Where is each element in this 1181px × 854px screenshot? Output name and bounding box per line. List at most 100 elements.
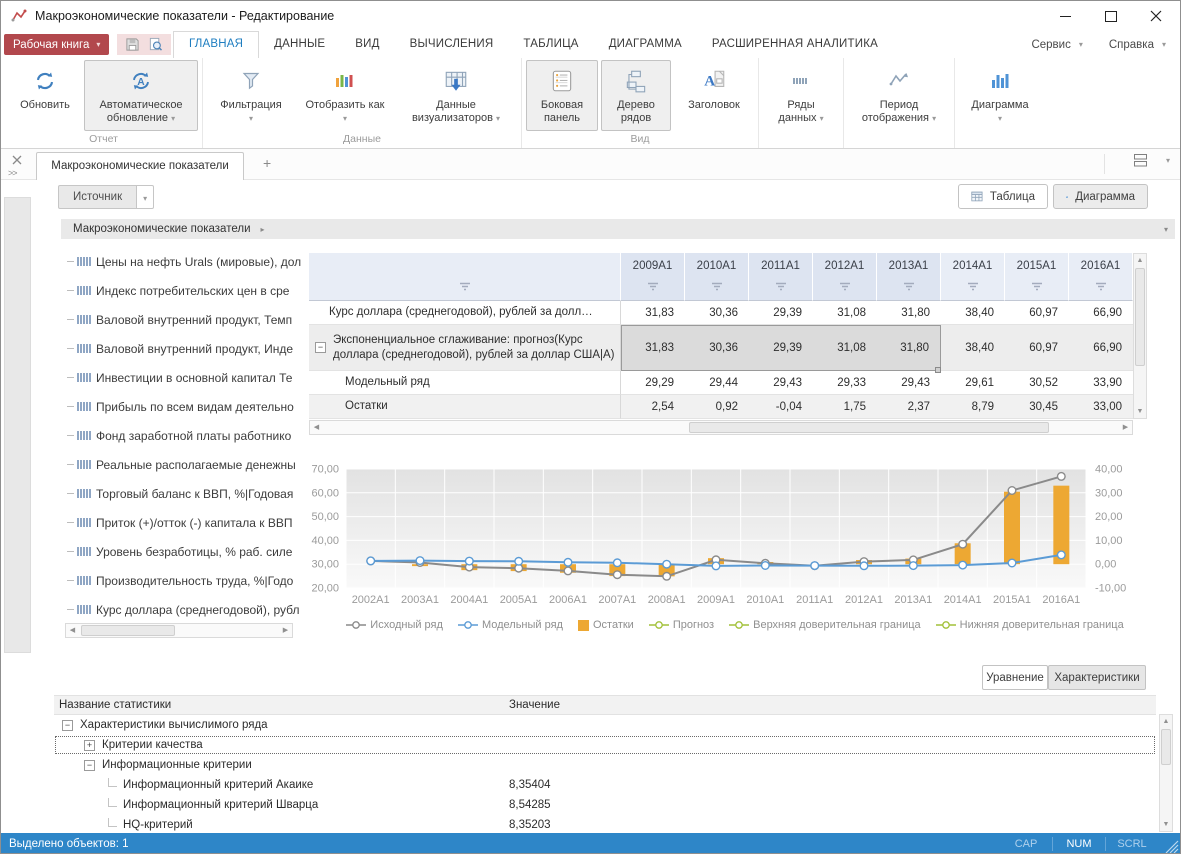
tree-series-item[interactable]: Уровень безработицы, % раб. силе xyxy=(61,537,303,566)
value-cell[interactable]: 30,36 xyxy=(685,325,749,371)
equation-button[interactable]: Уравнение xyxy=(982,665,1048,690)
tree-series-item[interactable]: Курс доллара (среднегодовой), рубл xyxy=(61,595,303,624)
scroll-up-icon[interactable]: ▲ xyxy=(1134,254,1146,267)
legend-item[interactable]: Модельный ряд xyxy=(458,619,563,631)
column-header-2014A1[interactable]: 2014A1 xyxy=(941,253,1005,301)
menu-tab-главная[interactable]: ГЛАВНАЯ xyxy=(173,31,259,58)
legend-item[interactable]: Нижняя доверительная граница xyxy=(936,619,1124,631)
value-cell[interactable]: 30,36 xyxy=(685,301,749,325)
value-cell[interactable]: 30,52 xyxy=(1005,371,1069,395)
value-cell[interactable]: 33,00 xyxy=(1069,395,1133,419)
refresh-button[interactable]: Обновить xyxy=(9,60,81,131)
tree-series-item[interactable]: Фонд заработной платы работнико xyxy=(61,421,303,450)
tree-series-item[interactable]: Реальные располагаемые денежны xyxy=(61,450,303,479)
stat-row[interactable]: Информационный критерий Акаике8,35404 xyxy=(54,775,1156,795)
value-cell[interactable]: 33,90 xyxy=(1069,371,1133,395)
column-header-2015A1[interactable]: 2015A1 xyxy=(1005,253,1069,301)
help-menu[interactable]: Справка▾ xyxy=(1109,39,1166,51)
resize-grip[interactable] xyxy=(1165,840,1179,854)
tree-horizontal-scrollbar[interactable]: ◀ ▶ xyxy=(65,623,293,638)
collapse-icon[interactable]: − xyxy=(84,760,95,771)
legend-item[interactable]: Прогноз xyxy=(649,619,714,631)
value-cell[interactable]: 60,97 xyxy=(1005,301,1069,325)
report-header-bar[interactable]: Макроэкономические показатели ▸ ▾ xyxy=(61,219,1175,239)
column-header-2009A1[interactable]: 2009A1 xyxy=(621,253,685,301)
value-cell[interactable]: 2,37 xyxy=(877,395,941,419)
chart-area[interactable]: 70,0040,0060,0030,0050,0020,0040,0010,00… xyxy=(309,451,1161,611)
column-header-2013A1[interactable]: 2013A1 xyxy=(877,253,941,301)
column-header-2011A1[interactable]: 2011A1 xyxy=(749,253,813,301)
chevron-down-icon[interactable]: ▾ xyxy=(137,185,154,209)
row-label-cell[interactable]: Курс доллара (среднегодовой), рублей за … xyxy=(309,301,621,325)
value-cell[interactable]: 31,80 xyxy=(877,325,941,371)
data-series-button[interactable]: Ряды данных ▾ xyxy=(763,60,839,131)
row-label-cell[interactable]: −Экспоненциальное сглаживание: прогноз(К… xyxy=(309,325,621,371)
menu-tab-таблица[interactable]: ТАБЛИЦА xyxy=(508,31,593,58)
collapse-icon[interactable]: − xyxy=(315,342,326,353)
value-cell[interactable]: 31,80 xyxy=(877,301,941,325)
scroll-thumb[interactable] xyxy=(1161,729,1171,765)
column-header-2016A1[interactable]: 2016A1 xyxy=(1069,253,1133,301)
menu-tab-диаграмма[interactable]: ДИАГРАММА xyxy=(594,31,697,58)
value-cell[interactable]: 2,54 xyxy=(621,395,685,419)
expand-panel-icon[interactable]: >> xyxy=(8,168,17,178)
value-cell[interactable]: 38,40 xyxy=(941,325,1005,371)
value-cell[interactable]: 66,90 xyxy=(1069,301,1133,325)
scroll-down-icon[interactable]: ▼ xyxy=(1134,405,1146,418)
scroll-thumb[interactable] xyxy=(81,625,175,636)
stat-row[interactable]: Информационный критерий Шварца8,54285 xyxy=(54,795,1156,815)
value-cell[interactable]: 29,33 xyxy=(813,371,877,395)
row-header-cell[interactable] xyxy=(309,253,621,301)
source-button[interactable]: Источник ▾ xyxy=(58,185,154,209)
row-label-cell[interactable]: Модельный ряд xyxy=(309,371,621,395)
legend-item[interactable]: Верхняя доверительная граница xyxy=(729,619,921,631)
auto-refresh-button[interactable]: A Автоматическое обновление ▾ xyxy=(84,60,198,131)
value-cell[interactable]: 60,97 xyxy=(1005,325,1069,371)
value-cell[interactable]: 29,39 xyxy=(749,325,813,371)
menu-tab-вычисления[interactable]: ВЫЧИСЛЕНИЯ xyxy=(395,31,509,58)
column-header-2012A1[interactable]: 2012A1 xyxy=(813,253,877,301)
layout-list-icon[interactable] xyxy=(1133,153,1150,168)
table-horizontal-scrollbar[interactable]: ◀ ▶ xyxy=(309,420,1133,435)
value-cell[interactable]: 31,83 xyxy=(621,301,685,325)
menu-tab-данные[interactable]: ДАННЫЕ xyxy=(259,31,340,58)
value-cell[interactable]: 66,90 xyxy=(1069,325,1133,371)
scroll-up-icon[interactable]: ▲ xyxy=(1160,715,1172,728)
view-toggle-chart-button[interactable]: Диаграмма xyxy=(1053,184,1148,209)
tree-series-item[interactable]: Торговый баланс к ВВП, %|Годовая xyxy=(61,479,303,508)
value-cell[interactable]: 29,61 xyxy=(941,371,1005,395)
row-label-cell[interactable]: Остатки xyxy=(309,395,621,419)
scroll-thumb[interactable] xyxy=(689,422,1049,433)
legend-item[interactable]: Исходный ряд xyxy=(346,619,443,631)
tree-series-item[interactable]: Цены на нефть Urals (мировые), дол xyxy=(61,247,303,276)
tree-series-item[interactable]: Валовой внутренний продукт, Инде xyxy=(61,334,303,363)
value-cell[interactable]: 0,92 xyxy=(685,395,749,419)
stat-row[interactable]: −Информационные критерии xyxy=(54,755,1156,775)
display-as-button[interactable]: Отобразить как ▾ xyxy=(298,60,392,131)
value-cell[interactable]: 29,43 xyxy=(877,371,941,395)
scroll-left-icon[interactable]: ◀ xyxy=(66,624,79,637)
scroll-left-icon[interactable]: ◀ xyxy=(310,421,323,434)
filter-icon[interactable] xyxy=(903,282,915,291)
chart-button[interactable]: Диаграмма▾ xyxy=(959,60,1041,131)
scroll-down-icon[interactable]: ▼ xyxy=(1160,818,1172,831)
table-vertical-scrollbar[interactable]: ▲ ▼ xyxy=(1133,253,1147,419)
value-cell[interactable]: 29,44 xyxy=(685,371,749,395)
tree-series-item[interactable]: Приток (+)/отток (-) капитала к ВВП xyxy=(61,508,303,537)
menu-tab-вид[interactable]: ВИД xyxy=(340,31,394,58)
scroll-right-icon[interactable]: ▶ xyxy=(1119,421,1132,434)
filter-icon[interactable] xyxy=(459,282,471,291)
stat-row[interactable]: HQ-критерий8,35203 xyxy=(54,815,1156,833)
column-header-2010A1[interactable]: 2010A1 xyxy=(685,253,749,301)
value-cell[interactable]: 31,08 xyxy=(813,301,877,325)
value-cell[interactable]: 29,39 xyxy=(749,301,813,325)
filter-icon[interactable] xyxy=(647,282,659,291)
collapse-icon[interactable]: − xyxy=(62,720,73,731)
value-cell[interactable]: 31,08 xyxy=(813,325,877,371)
tree-series-item[interactable]: Инвестиции в основной капитал Те xyxy=(61,363,303,392)
value-cell[interactable]: 29,29 xyxy=(621,371,685,395)
filter-icon[interactable] xyxy=(775,282,787,291)
tree-series-item[interactable]: Прибыль по всем видам деятельно xyxy=(61,392,303,421)
filtering-button[interactable]: Фильтрация▾ xyxy=(207,60,295,131)
visualizer-data-button[interactable]: Данные визуализаторов ▾ xyxy=(395,60,517,131)
